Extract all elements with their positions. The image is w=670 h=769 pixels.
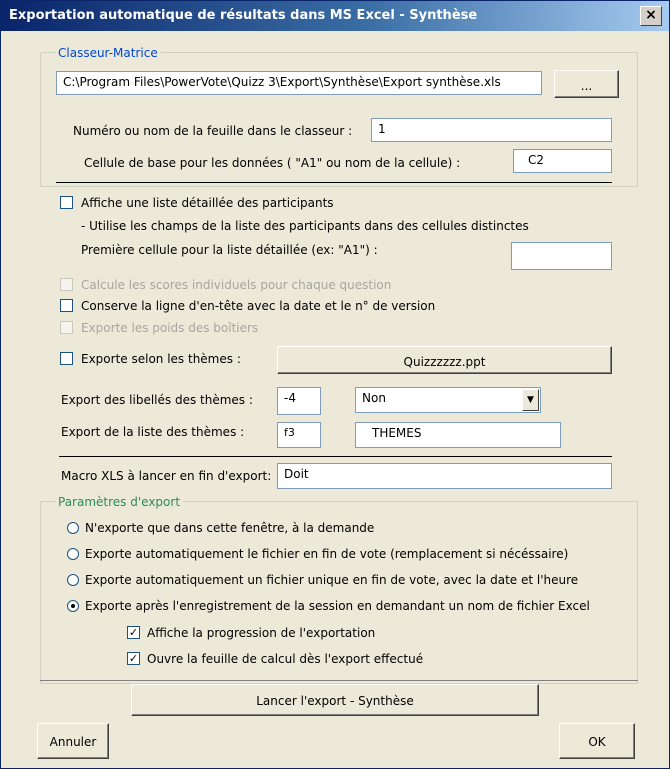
separator-line bbox=[56, 182, 612, 183]
workbook-group-title: Classeur-Matrice bbox=[55, 46, 161, 60]
checkmark-icon: ✓ bbox=[128, 652, 139, 665]
ok-button[interactable]: OK bbox=[559, 723, 635, 759]
scores-checkbox[interactable] bbox=[60, 278, 73, 291]
theme-labels-cell-input[interactable]: -4 bbox=[277, 387, 321, 415]
launch-export-button[interactable]: Lancer l'export - Synthèse bbox=[131, 684, 539, 716]
open-sheet-checkbox[interactable]: ✓ bbox=[127, 652, 140, 665]
macro-label: Macro XLS à lancer en fin d'export: bbox=[61, 469, 272, 483]
base-cell-input[interactable]: C2 bbox=[513, 149, 612, 173]
first-cell-input[interactable] bbox=[511, 242, 612, 270]
radio-label-0: N'exporte que dans cette fenêtre, à la d… bbox=[85, 521, 375, 535]
detailed-list-note: - Utilise les champs de la liste des par… bbox=[81, 219, 529, 233]
themes-checkbox[interactable] bbox=[60, 352, 73, 365]
detailed-list-label: Affiche une liste détaillée des particip… bbox=[81, 196, 334, 210]
export-dialog: Exportation automatique de résultats dan… bbox=[0, 0, 670, 769]
export-params-title: Paramètres d'export bbox=[55, 495, 184, 509]
chevron-down-icon[interactable]: ▼ bbox=[522, 389, 539, 411]
footer-separator bbox=[40, 680, 638, 681]
progress-label: Affiche la progression de l'exportation bbox=[147, 626, 376, 640]
theme-list-label: Export de la liste des thèmes : bbox=[61, 425, 245, 439]
radio-label-3: Exporte après l'enregistrement de la ses… bbox=[85, 599, 590, 613]
radio-export-on-demand[interactable] bbox=[67, 522, 79, 534]
cancel-button[interactable]: Annuler bbox=[37, 723, 109, 759]
radio-label-2: Exporte automatiquement un fichier uniqu… bbox=[85, 573, 579, 587]
weights-checkbox[interactable] bbox=[60, 321, 73, 334]
sheet-label: Numéro ou nom de la feuille dans le clas… bbox=[73, 124, 353, 138]
theme-list-input[interactable]: THEMES bbox=[355, 422, 561, 448]
first-cell-label: Première cellule pour la liste détaillée… bbox=[81, 243, 378, 257]
title-bar: Exportation automatique de résultats dan… bbox=[1, 1, 669, 31]
detailed-list-checkbox[interactable] bbox=[60, 196, 73, 209]
window-title: Exportation automatique de résultats dan… bbox=[9, 8, 478, 23]
base-cell-label: Cellule de base pour les données ( "A1" … bbox=[84, 156, 461, 170]
theme-labels-select[interactable]: Non ▼ bbox=[355, 387, 541, 413]
radio-export-auto-replace[interactable] bbox=[67, 548, 79, 560]
macro-input[interactable]: Doit bbox=[277, 463, 612, 489]
close-icon: × bbox=[645, 7, 657, 23]
theme-list-cell-input[interactable]: f3 bbox=[277, 422, 321, 448]
radio-export-auto-unique[interactable] bbox=[67, 574, 79, 586]
open-sheet-label: Ouvre la feuille de calcul dès l'export … bbox=[147, 652, 424, 666]
theme-labels-select-value: Non bbox=[362, 391, 386, 405]
header-line-label: Conserve la ligne d'en-tête avec la date… bbox=[81, 299, 436, 313]
scores-label: Calcule les scores individuels pour chaq… bbox=[81, 278, 392, 292]
close-button[interactable]: × bbox=[640, 6, 662, 26]
theme-labels-label: Export des libellés des thèmes : bbox=[61, 393, 253, 407]
workbook-path-input[interactable]: C:\Program Files\PowerVote\Quizz 3\Expor… bbox=[56, 71, 542, 95]
progress-checkbox[interactable]: ✓ bbox=[127, 626, 140, 639]
sheet-input[interactable]: 1 bbox=[371, 118, 612, 142]
checkmark-icon: ✓ bbox=[128, 626, 139, 639]
browse-button[interactable]: ... bbox=[554, 70, 619, 98]
header-line-checkbox[interactable] bbox=[60, 299, 73, 312]
themes-file-button[interactable]: Quizzzzzz.ppt bbox=[277, 346, 612, 374]
themes-label: Exporte selon les thèmes : bbox=[81, 352, 241, 366]
radio-export-after-save[interactable] bbox=[67, 600, 79, 612]
weights-label: Exporte les poids des boîtiers bbox=[81, 321, 259, 335]
radio-label-1: Exporte automatiquement le fichier en fi… bbox=[85, 547, 569, 561]
separator-line-2 bbox=[59, 456, 612, 457]
